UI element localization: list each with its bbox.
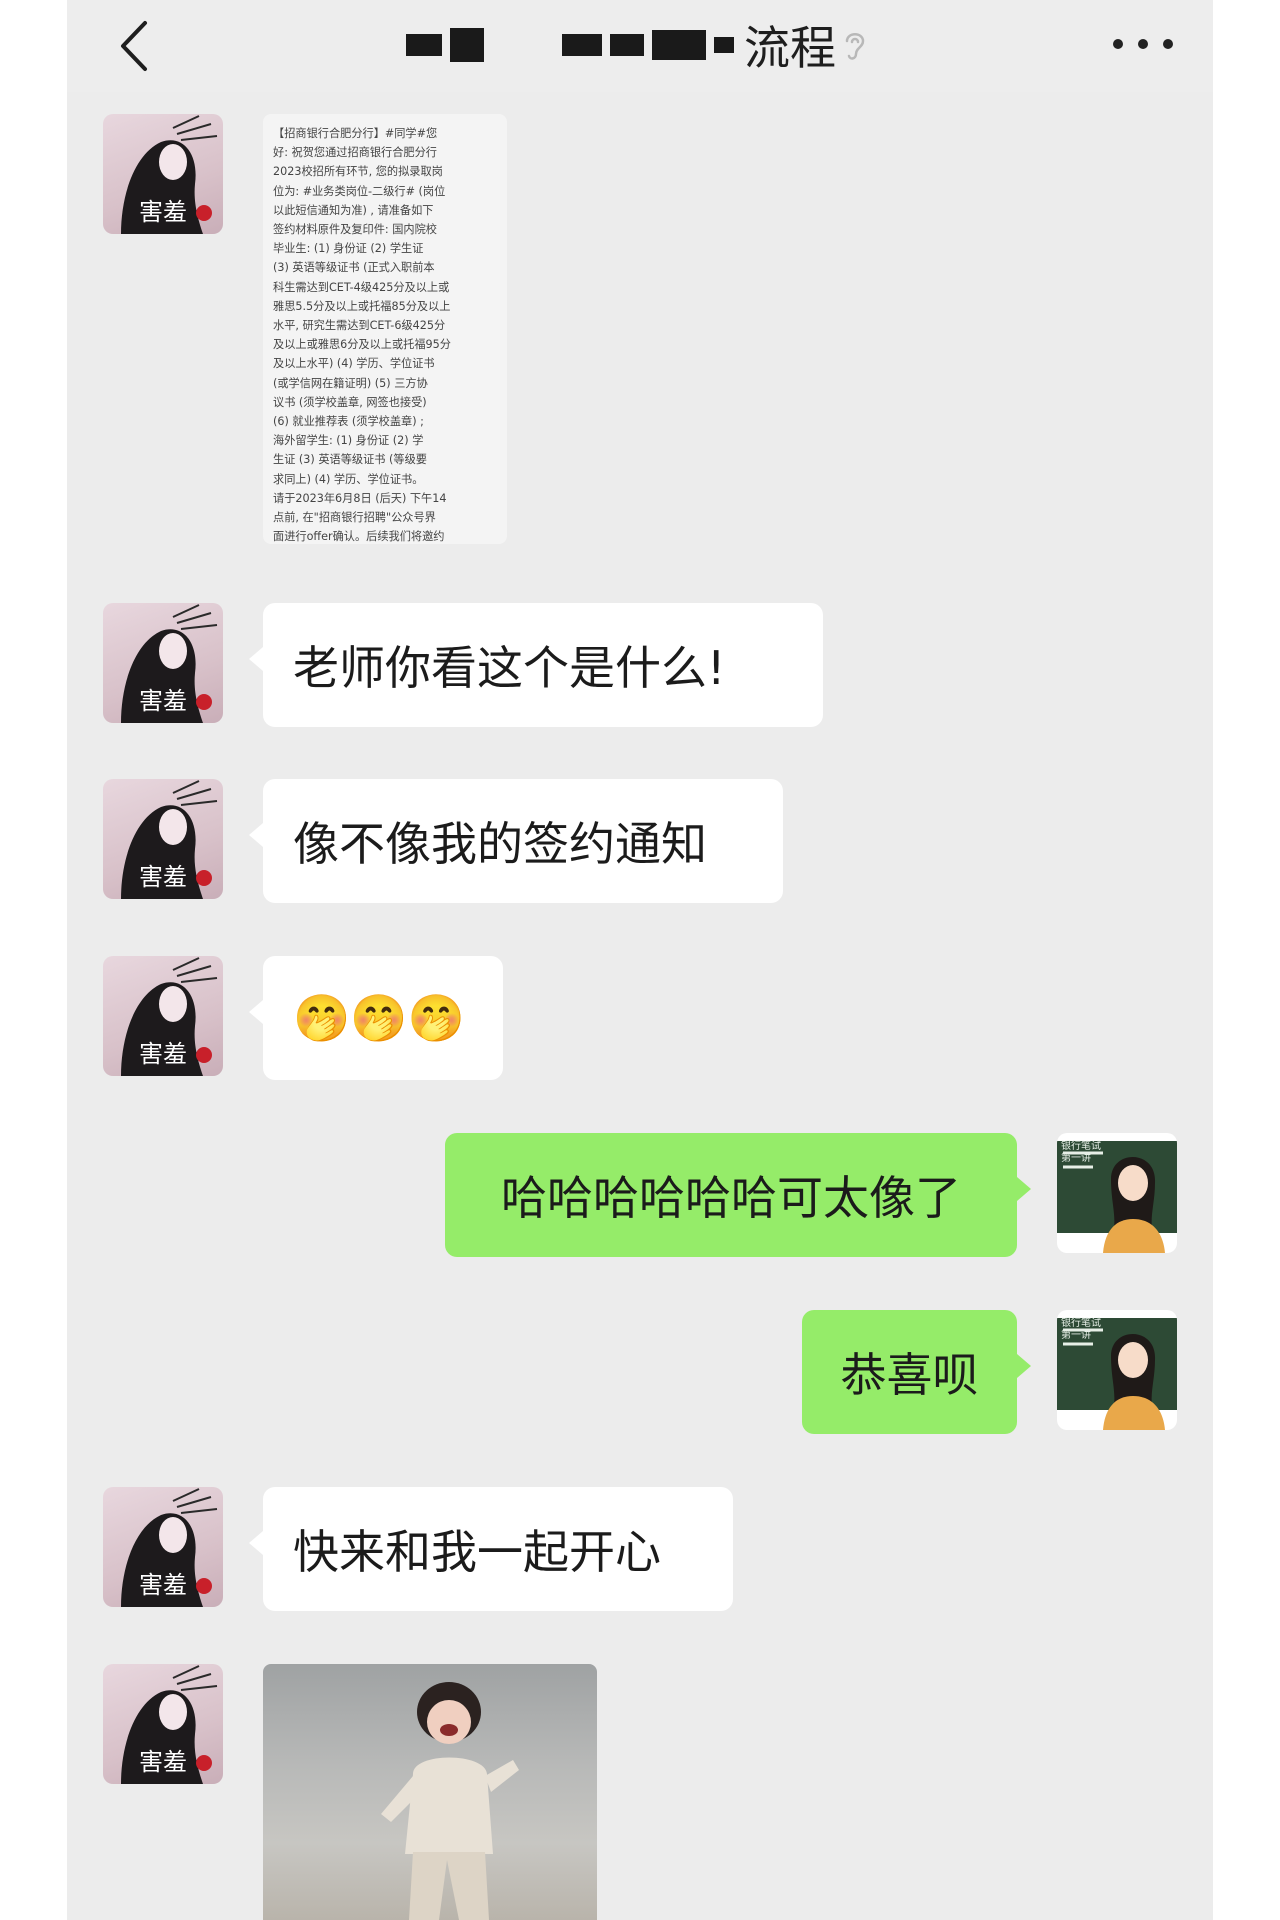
message-text: 哈哈哈哈哈哈可太像了 [501, 1171, 961, 1225]
back-button[interactable] [112, 18, 156, 74]
message-bubble[interactable]: 哈哈哈哈哈哈可太像了 [445, 1133, 1031, 1257]
ellipsis-icon [1163, 39, 1173, 49]
avatar[interactable]: 害羞 [103, 114, 223, 234]
avatar[interactable]: 银行笔试 第一讲 [1057, 1133, 1177, 1253]
more-button[interactable] [1113, 24, 1173, 64]
sms-line: (6) 就业推荐表 (须学校盖章) ; [273, 415, 424, 429]
message-text: 像不像我的签约通知 [293, 817, 707, 871]
message-bubble[interactable]: 恭喜呗 [802, 1310, 1031, 1434]
avatar-caption: 害羞 [139, 863, 187, 891]
sms-line: 签约材料原件及复印件: 国内院校 [273, 223, 437, 237]
redaction-mark [714, 37, 734, 53]
sms-line: 水平, 研究生需达到CET-6级425分 [273, 319, 446, 333]
sms-line: 雅思5.5分及以上或托福85分及以上 [273, 299, 451, 313]
sms-line: (3) 英语等级证书 (正式入职前本 [273, 261, 435, 275]
message-bubble[interactable]: 老师你看这个是什么! [249, 603, 823, 727]
avatar-caption: 害羞 [139, 1748, 187, 1776]
ear-icon [845, 33, 865, 60]
sms-line: 好: 祝贺您通过招商银行合肥分行 [273, 146, 437, 160]
redaction-mark [406, 34, 442, 56]
avatar[interactable]: 害羞 [103, 779, 223, 899]
chat-title-text: 流程 [744, 21, 836, 75]
ellipsis-icon [1138, 39, 1148, 49]
avatar-caption: 害羞 [139, 1040, 187, 1068]
sms-line: (或学信网在籍证明) (5) 三方协 [273, 376, 428, 390]
sms-line: 以此短信通知为准) , 请准备如下 [273, 203, 434, 217]
avatar[interactable]: 害羞 [103, 603, 223, 723]
redaction-mark [652, 30, 706, 60]
message-bubble[interactable]: 🤭🤭🤭 [249, 956, 503, 1080]
sms-line: 求同上) (4) 学历、学位证书。 [273, 472, 424, 486]
avatar[interactable]: 银行笔试 第一讲 [1057, 1310, 1177, 1430]
redaction-mark [562, 34, 602, 56]
sms-line: 海外留学生: (1) 身份证 (2) 学 [273, 434, 424, 448]
avatar[interactable]: 害羞 [103, 956, 223, 1076]
sms-line: 请于2023年6月8日 (后天) 下午14 [273, 491, 447, 505]
sms-line: 议书 (须学校盖章, 网签也接受) [273, 395, 427, 409]
sms-line: 生证 (3) 英语等级证书 (等级要 [273, 453, 427, 467]
child-running-photo[interactable] [263, 1664, 597, 1920]
sms-line: 及以上或雅思6分及以上或托福95分 [273, 338, 451, 352]
avatar[interactable]: 害羞 [103, 1487, 223, 1607]
sms-line: 2023校招所有环节, 您的拟录取岗 [273, 165, 443, 179]
chat-window: 流程 害羞 【招商银行合肥分行】#同学#您 好: 祝贺您通过招商银行合肥分行 202… [67, 0, 1213, 1920]
avatar-caption: 害羞 [139, 198, 187, 226]
sms-line: 【招商银行合肥分行】#同学#您 [273, 127, 438, 140]
avatar[interactable]: 害羞 [103, 1664, 223, 1784]
sms-line: 毕业生: (1) 身份证 (2) 学生证 [273, 242, 424, 256]
sms-line: 点前, 在"招商银行招聘"公众号界 [273, 511, 436, 525]
sms-line: 及以上水平) (4) 学历、学位证书 [273, 357, 435, 371]
message-text: 快来和我一起开心 [293, 1525, 661, 1579]
sms-line: 位为: #业务类岗位-二级行# (岗位 [273, 184, 446, 198]
message-bubble[interactable]: 像不像我的签约通知 [249, 779, 783, 903]
avatar-caption: 银行笔试 第一讲 [1061, 1318, 1101, 1341]
chat-title: 流程 [237, 10, 1033, 80]
avatar-caption: 银行笔试 第一讲 [1061, 1141, 1101, 1164]
sms-line: 科生需达到CET-4级425分及以上或 [273, 280, 450, 294]
avatar-caption: 害羞 [139, 1571, 187, 1599]
message-text: 恭喜呗 [840, 1348, 979, 1402]
redaction-mark [450, 28, 484, 62]
nav-bar: 流程 [67, 0, 1213, 92]
sms-line: 面进行offer确认。后续我们将邀约 [273, 530, 445, 544]
emoji-row: 🤭🤭🤭 [293, 990, 465, 1045]
message-text: 老师你看这个是什么! [293, 641, 726, 695]
child-figure-image [381, 1682, 519, 1920]
sms-screenshot-image[interactable]: 【招商银行合肥分行】#同学#您 好: 祝贺您通过招商银行合肥分行 2023校招所有环… [263, 114, 507, 544]
ellipsis-icon [1113, 39, 1123, 49]
chevron-left-icon [121, 21, 147, 71]
redaction-mark [610, 34, 644, 56]
message-bubble[interactable]: 快来和我一起开心 [249, 1487, 733, 1611]
avatar-caption: 害羞 [139, 687, 187, 715]
